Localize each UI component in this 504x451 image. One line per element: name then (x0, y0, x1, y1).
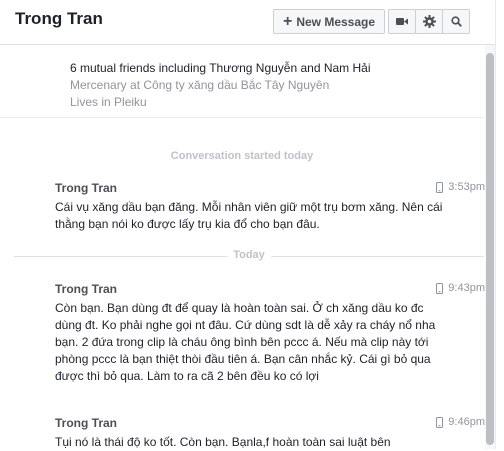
divider (0, 117, 484, 118)
message-timestamp: 9:46pm (448, 416, 485, 428)
message-timestamp: 9:43pm (448, 282, 485, 294)
message-sender[interactable]: Trong Tran (55, 282, 485, 298)
gear-icon (422, 15, 436, 28)
new-message-button[interactable]: + New Message (273, 9, 385, 34)
message-item: Trong Tran 9:46pm Tụi nó là thái độ ko t… (55, 416, 485, 451)
message-sender[interactable]: Trong Tran (55, 416, 485, 432)
profile-work: Mercenary at Công ty xăng dầu Bắc Tây Ng… (70, 78, 330, 92)
search-button[interactable] (442, 9, 470, 34)
day-separator-label: Today (227, 249, 271, 261)
message-item: Trong Tran 9:43pm Còn bạn. Bạn dùng đt đ… (55, 282, 485, 385)
panel-edge (495, 0, 504, 449)
profile-lives: Lives in Pleiku (70, 95, 147, 109)
mobile-phone-icon (436, 416, 444, 428)
message-text: Còn bạn. Bạn dùng đt để quay là hoàn toà… (55, 301, 436, 383)
conversation-started-label: Conversation started today (170, 150, 314, 162)
video-camera-icon (396, 18, 408, 25)
message-text: Cái vụ xăng dầu bạn đăng. Mỗi nhân viên … (55, 200, 443, 231)
search-icon (450, 16, 462, 27)
conversation-title[interactable]: Trong Tran (15, 9, 103, 29)
new-message-label: New Message (296, 14, 376, 29)
message-item: Trong Tran 3:53pm Cái vụ xăng dầu bạn đă… (55, 181, 485, 233)
video-call-button[interactable] (388, 9, 416, 34)
message-time: 9:43pm (436, 282, 485, 294)
profile-context: 6 mutual friends including Thương Nguyễn… (70, 60, 371, 111)
message-timestamp: 3:53pm (448, 181, 485, 193)
plus-icon: + (282, 12, 293, 30)
conversation-header: Trong Tran + New Message (0, 0, 504, 45)
message-time: 9:46pm (436, 416, 485, 428)
settings-button[interactable] (415, 9, 443, 34)
header-toolbar: + New Message (273, 9, 470, 34)
mutual-friends[interactable]: 6 mutual friends including Thương Nguyễn… (70, 60, 371, 77)
day-separator: Today (14, 249, 484, 263)
message-time: 3:53pm (436, 181, 485, 193)
scrollbar-thumb[interactable] (486, 53, 494, 445)
message-sender[interactable]: Trong Tran (55, 181, 485, 197)
message-text: Tụi nó là thái độ ko tốt. Còn bạn. Bạnla… (55, 435, 391, 449)
mobile-phone-icon (436, 181, 444, 193)
mobile-phone-icon (436, 282, 444, 294)
